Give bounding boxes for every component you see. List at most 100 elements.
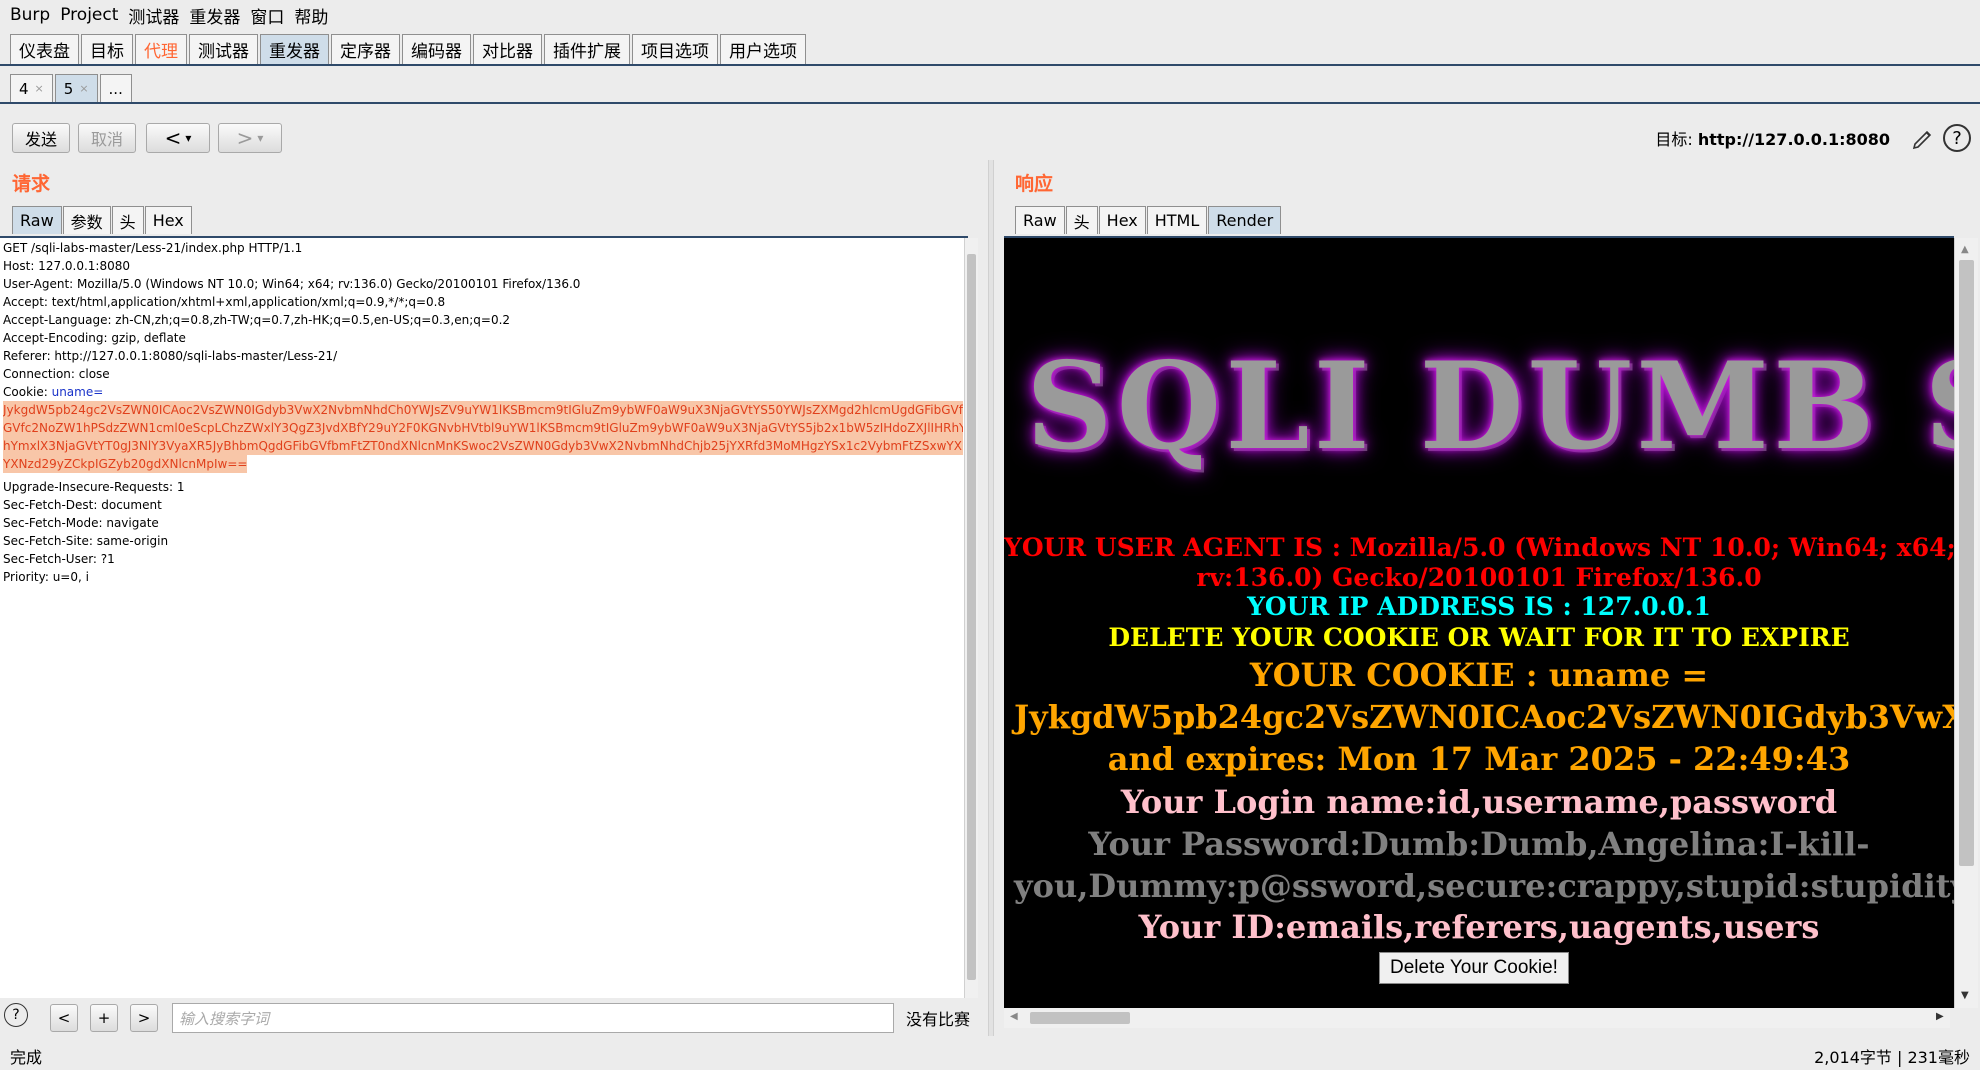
menu-window[interactable]: 窗口: [250, 3, 284, 28]
login-name: Your Login name:id,username,password: [1120, 783, 1838, 821]
password-line-1: Your Password:Dumb:Dumb,Angelina:I-kill-: [1088, 825, 1870, 863]
menu-help[interactable]: 帮助: [294, 3, 328, 28]
request-editor[interactable]: GET /sqli-labs-master/Less-21/index.php …: [0, 236, 968, 998]
scrollbar-thumb[interactable]: [1959, 260, 1974, 866]
tab-hex[interactable]: Hex: [1098, 206, 1146, 234]
menu-project[interactable]: Project: [60, 5, 118, 25]
cancel-button[interactable]: 取消: [78, 123, 136, 153]
chevron-left-icon: <: [164, 126, 182, 150]
tab-repeater[interactable]: 重发器: [260, 34, 329, 64]
request-line: Sec-Fetch-Mode: navigate: [3, 516, 159, 530]
main-tabs: 仪表盘 目标 代理 测试器 重发器 定序器 编码器 对比器 插件扩展 项目选项 …: [0, 32, 1980, 66]
scrollbar-thumb[interactable]: [967, 254, 976, 980]
cookie-line: Cookie: uname=: [3, 383, 965, 401]
request-line: Sec-Fetch-Dest: document: [3, 498, 162, 512]
menu-repeater[interactable]: 重发器: [189, 3, 240, 28]
help-icon[interactable]: ?: [1943, 124, 1971, 152]
new-tab-button[interactable]: ...: [99, 74, 132, 102]
repeater-tab-label: 5: [63, 79, 74, 98]
tab-dashboard[interactable]: 仪表盘: [10, 34, 79, 64]
tab-comparer[interactable]: 对比器: [473, 34, 542, 64]
response-scrollbar[interactable]: ▲ ▼: [1954, 238, 1978, 1008]
repeater-tab-label: 4: [19, 79, 29, 98]
search-add-button[interactable]: +: [90, 1004, 118, 1032]
request-line: Sec-Fetch-Site: same-origin: [3, 534, 169, 548]
delete-cookie-button[interactable]: Delete Your Cookie!: [1379, 952, 1569, 984]
response-title: 响应: [1015, 173, 1054, 195]
sqli-dumb-logo: SQLI DUMB SERIES: [1026, 336, 1954, 477]
split-divider[interactable]: [988, 160, 994, 1036]
dropdown-icon[interactable]: ▾: [185, 131, 191, 145]
request-line: GET /sqli-labs-master/Less-21/index.php …: [3, 241, 303, 255]
tab-proxy[interactable]: 代理: [135, 34, 187, 64]
chevron-right-icon: >: [236, 126, 254, 150]
request-scrollbar[interactable]: [964, 238, 978, 998]
delete-cookie-notice: DELETE YOUR COOKIE OR WAIT FOR IT TO EXP…: [1108, 623, 1850, 652]
edit-target-icon[interactable]: [1908, 124, 1938, 154]
scroll-down-icon[interactable]: ▼: [1961, 990, 1969, 1001]
repeater-tabs: 4 × 5 × ...: [0, 72, 1980, 104]
cookie-key: uname=: [51, 385, 104, 399]
send-button[interactable]: 发送: [12, 123, 70, 153]
target-url: http://127.0.0.1:8080: [1697, 130, 1890, 149]
scroll-up-icon[interactable]: ▲: [1961, 244, 1969, 255]
tab-project-options[interactable]: 项目选项: [632, 34, 718, 64]
cookie-value: JykgdW5pb24gc2VsZWN0ICAoc2VsZWN0IGdyb3Vw…: [1014, 698, 1954, 736]
close-icon[interactable]: ×: [79, 82, 88, 95]
menu-bar: Burp Project 测试器 重发器 窗口 帮助: [0, 0, 1980, 30]
tab-extender[interactable]: 插件扩展: [544, 34, 630, 64]
tab-render[interactable]: Render: [1208, 206, 1282, 234]
request-line: User-Agent: Mozilla/5.0 (Windows NT 10.0…: [3, 277, 581, 291]
search-prev-button[interactable]: <: [50, 1004, 78, 1032]
cookie-value-line: hYmxlX3NjaGVtYT0gJ3NlY3VyaXR5JyBhbmQgdGF…: [3, 437, 963, 455]
tab-hex[interactable]: Hex: [144, 206, 192, 234]
tab-decoder[interactable]: 编码器: [402, 34, 471, 64]
id-line: Your ID:emails,referers,uagents,users: [1138, 908, 1820, 946]
request-title: 请求: [12, 173, 51, 195]
tab-headers[interactable]: 头: [1065, 206, 1098, 234]
tab-intruder[interactable]: 测试器: [189, 34, 258, 64]
help-icon[interactable]: ?: [4, 1003, 28, 1027]
tab-target[interactable]: 目标: [81, 34, 133, 64]
search-matches: 没有比赛: [906, 1010, 971, 1029]
user-agent-line-1: YOUR USER AGENT IS : Mozilla/5.0 (Window…: [1004, 533, 1954, 562]
user-agent-line-2: rv:136.0) Gecko/20100101 Firefox/136.0: [1196, 563, 1762, 592]
ip-address: YOUR IP ADDRESS IS : 127.0.0.1: [1247, 592, 1711, 621]
request-line: Upgrade-Insecure-Requests: 1: [3, 480, 185, 494]
cookie-value-line: JykgdW5pb24gc2VsZWN0ICAoc2VsZWN0IGdyb3Vw…: [3, 401, 963, 419]
response-render: SQLI DUMB SERIES YOUR USER AGENT IS : Mo…: [1004, 236, 1954, 1008]
response-view-tabs: Raw 头 Hex HTML Render: [1015, 204, 1282, 234]
new-tab-label: ...: [108, 79, 123, 98]
status-bar: 完成 2,014字节 | 231毫秒: [0, 1042, 1980, 1070]
request-line: Accept: text/html,application/xhtml+xml,…: [3, 295, 446, 309]
request-line: Sec-Fetch-User: ?1: [3, 552, 115, 566]
cookie-expires: and expires: Mon 17 Mar 2025 - 22:49:43: [1107, 740, 1851, 778]
scrollbar-thumb[interactable]: [1030, 1012, 1130, 1024]
request-view-tabs: Raw 参数 头 Hex: [12, 204, 193, 234]
scroll-left-icon[interactable]: ◀: [1010, 1011, 1018, 1022]
back-button[interactable]: < ▾: [146, 123, 210, 153]
cookie-header: Cookie:: [3, 385, 52, 399]
tab-headers[interactable]: 头: [111, 206, 144, 234]
menu-burp[interactable]: Burp: [10, 5, 50, 25]
tab-raw[interactable]: Raw: [1015, 206, 1065, 234]
scroll-right-icon[interactable]: ▶: [1936, 1011, 1944, 1022]
tab-raw[interactable]: Raw: [12, 206, 62, 234]
tab-html[interactable]: HTML: [1146, 206, 1208, 234]
forward-button[interactable]: > ▾: [218, 123, 282, 153]
request-line: Connection: close: [3, 367, 110, 381]
dropdown-icon[interactable]: ▾: [257, 131, 263, 145]
menu-intruder[interactable]: 测试器: [128, 3, 179, 28]
repeater-tab-5[interactable]: 5 ×: [54, 74, 98, 102]
search-next-button[interactable]: >: [130, 1004, 158, 1032]
response-hscrollbar[interactable]: ◀ ▶: [1004, 1008, 1950, 1028]
cookie-value-line: GVfc2NoZW1hPSdzZWN1cml0eScpLChzZWxlY3QgZ…: [3, 419, 963, 437]
tab-sequencer[interactable]: 定序器: [331, 34, 400, 64]
tab-user-options[interactable]: 用户选项: [720, 34, 806, 64]
tab-params[interactable]: 参数: [62, 206, 111, 234]
response-stats: 2,014字节 | 231毫秒: [1814, 1048, 1970, 1067]
cookie-value-line: YXNzd29yZCkpIGZyb20gdXNlcnMpIw==: [3, 455, 248, 473]
search-input[interactable]: 输入搜索字词: [172, 1003, 894, 1033]
close-icon[interactable]: ×: [35, 82, 44, 95]
repeater-tab-4[interactable]: 4 ×: [10, 74, 53, 102]
